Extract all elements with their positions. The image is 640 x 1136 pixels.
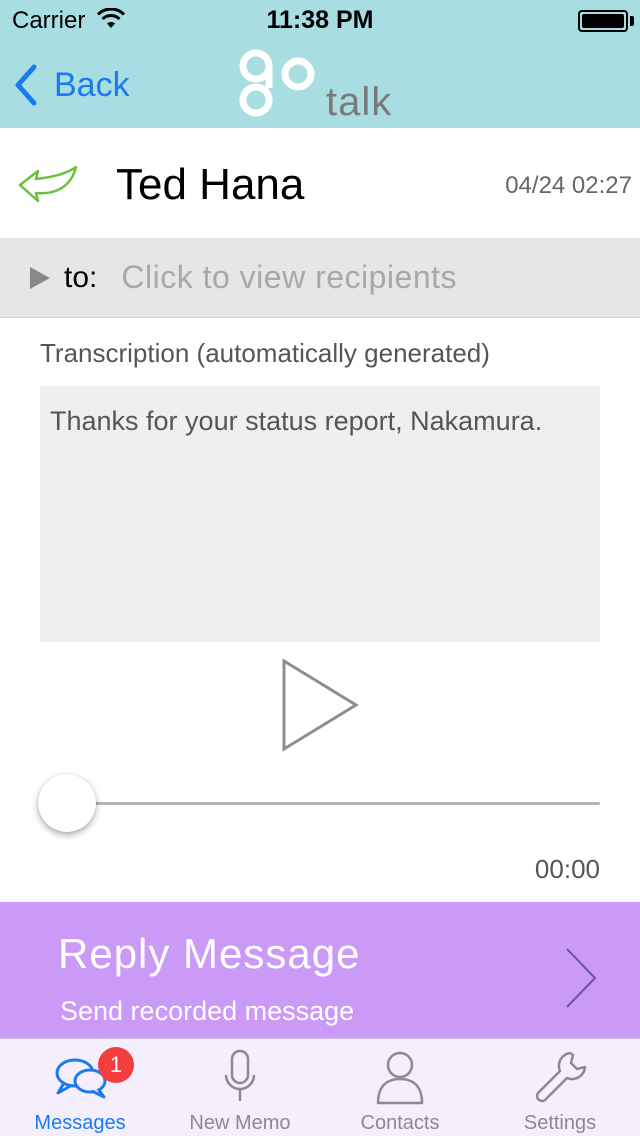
reply-title: Reply Message [58,930,361,977]
person-icon [376,1051,424,1105]
clock: 11:38 PM [266,6,374,34]
battery-icon [578,10,628,32]
wrench-icon [535,1051,587,1103]
unread-badge: 1 [98,1047,134,1083]
logo-talk-text: talk [326,80,393,124]
chevron-left-icon [15,64,37,106]
transcription-label: Transcription (automatically generated) [40,338,490,368]
battery-tip [630,16,634,26]
tab-contacts[interactable]: Contacts [320,1039,480,1136]
gotalk-logo: talk [232,48,412,126]
tab-settings[interactable]: Settings [480,1039,640,1136]
go-logo-icon [239,49,315,117]
reply-message-button[interactable]: Reply Message Send recorded message [0,902,640,1038]
message-header: Ted Hana 04/24 02:27 [0,128,640,238]
tab-messages[interactable]: 1 Messages [0,1039,160,1136]
elapsed-time: 00:00 [534,854,600,884]
playback-slider-thumb[interactable] [38,774,96,832]
expand-triangle-icon [30,266,50,289]
tab-label-settings: Settings [523,1112,597,1134]
app-header: Carrier 11:38 PM Back talk [0,0,640,128]
microphone-icon [224,1049,256,1101]
play-icon[interactable] [278,656,364,754]
reply-subtitle: Send recorded message [60,996,355,1026]
to-label: to: [64,260,98,294]
recipients-row[interactable]: to: Click to view recipients [0,238,640,318]
back-button[interactable]: Back [12,60,130,110]
sender-name: Ted Hana [116,160,305,209]
playback-slider-track[interactable] [40,802,600,805]
back-label: Back [54,65,130,104]
tab-bar: 1 Messages New Memo Contacts Settings [0,1038,640,1136]
chevron-right-icon [566,948,597,1008]
status-bar: Carrier 11:38 PM [0,0,640,40]
tab-label-new-memo: New Memo [189,1112,291,1134]
message-date: 04/24 02:27 [505,172,632,199]
tab-label-messages: Messages [34,1112,126,1134]
tab-label-contacts: Contacts [360,1112,440,1134]
transcription-text: Thanks for your status report, Nakamura. [40,386,600,642]
recipients-placeholder: Click to view recipients [121,259,458,295]
tab-new-memo[interactable]: New Memo [160,1039,320,1136]
reply-arrow-icon[interactable] [16,163,80,205]
